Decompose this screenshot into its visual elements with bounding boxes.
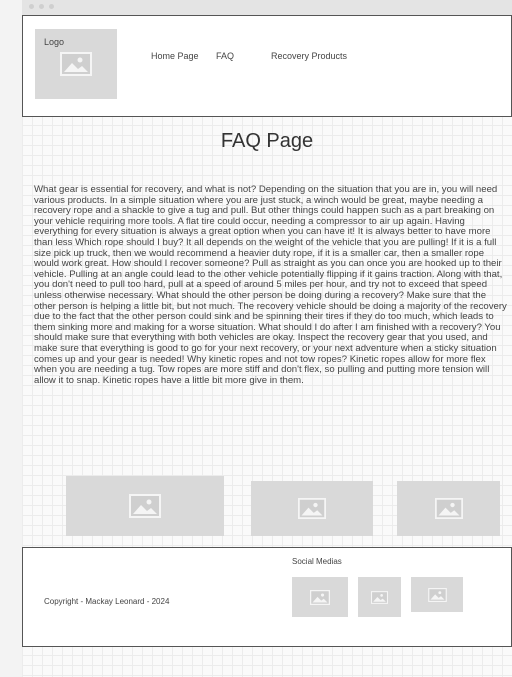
social-media-link[interactable] — [292, 577, 348, 617]
gallery-image — [251, 481, 373, 536]
image-placeholder-icon — [371, 590, 388, 604]
image-placeholder-icon — [129, 494, 161, 518]
image-placeholder-icon — [434, 498, 463, 519]
faq-body-text: What gear is essential for recovery, and… — [34, 184, 507, 386]
image-placeholder-icon — [310, 589, 330, 605]
social-media-link[interactable] — [358, 577, 401, 617]
image-placeholder-icon — [60, 52, 92, 76]
image-placeholder-icon — [298, 498, 326, 519]
copyright-text: Copyright - Mackay Leonard - 2024 — [44, 597, 170, 606]
nav-faq-link[interactable]: FAQ — [216, 51, 234, 61]
gallery-image — [66, 476, 224, 536]
window-dot-icon — [29, 4, 34, 9]
social-media-link[interactable] — [411, 577, 463, 612]
nav-home-link[interactable]: Home Page — [151, 51, 199, 61]
image-placeholder-icon — [427, 587, 447, 602]
nav-recovery-products-link[interactable]: Recovery Products — [271, 51, 347, 61]
window-dot-icon — [49, 4, 54, 9]
page-title: FAQ Page — [220, 130, 314, 152]
gallery-image — [397, 481, 500, 536]
window-titlebar — [22, 0, 512, 15]
window-dot-icon — [39, 4, 44, 9]
social-medias-label: Social Medias — [292, 557, 342, 566]
logo-label: Logo — [44, 37, 65, 47]
